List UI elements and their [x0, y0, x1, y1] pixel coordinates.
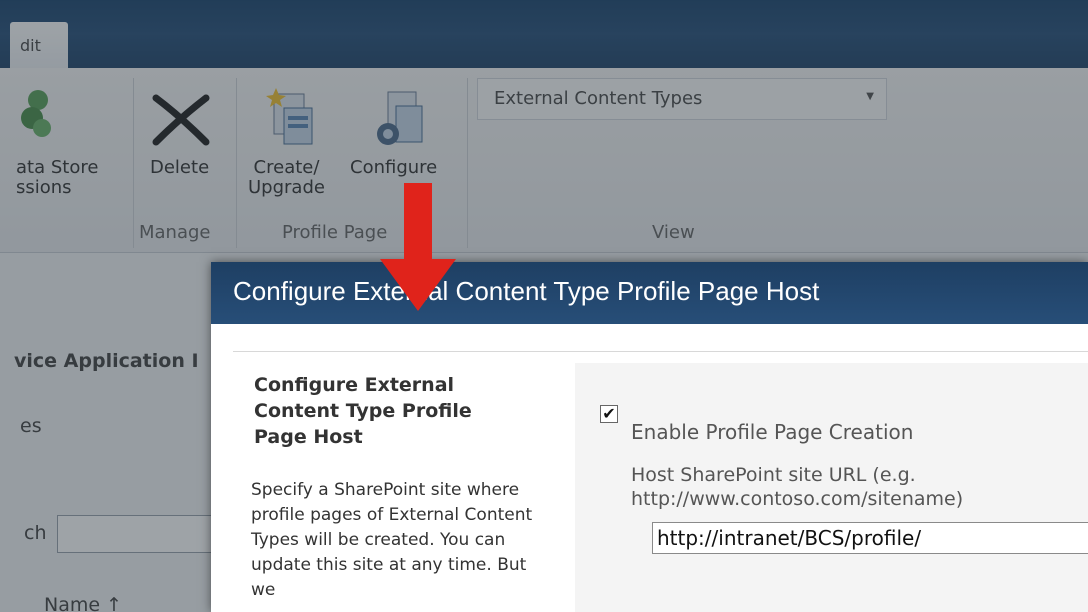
host-url-label: Host SharePoint site URL (e.g. http://ww… — [631, 464, 964, 510]
host-url-input[interactable] — [652, 522, 1088, 554]
settings-panel: ✔ Enable Profile Page Creation Host Shar… — [575, 363, 1088, 612]
divider — [233, 351, 1088, 352]
dialog-title: Configure External Content Type Profile … — [233, 276, 820, 306]
configure-profile-page-host-dialog: Configure External Content Type Profile … — [211, 262, 1088, 612]
section-description: Specify a SharePoint site where profile … — [251, 480, 533, 600]
enable-profile-page-checkbox[interactable]: ✔ — [600, 405, 618, 423]
section-title: Configure External Content Type Profile … — [254, 374, 472, 448]
dialog-title-bar: Configure External Content Type Profile … — [211, 262, 1088, 324]
enable-profile-page-label: Enable Profile Page Creation — [631, 420, 914, 444]
annotation-down-arrow-icon — [380, 183, 456, 311]
